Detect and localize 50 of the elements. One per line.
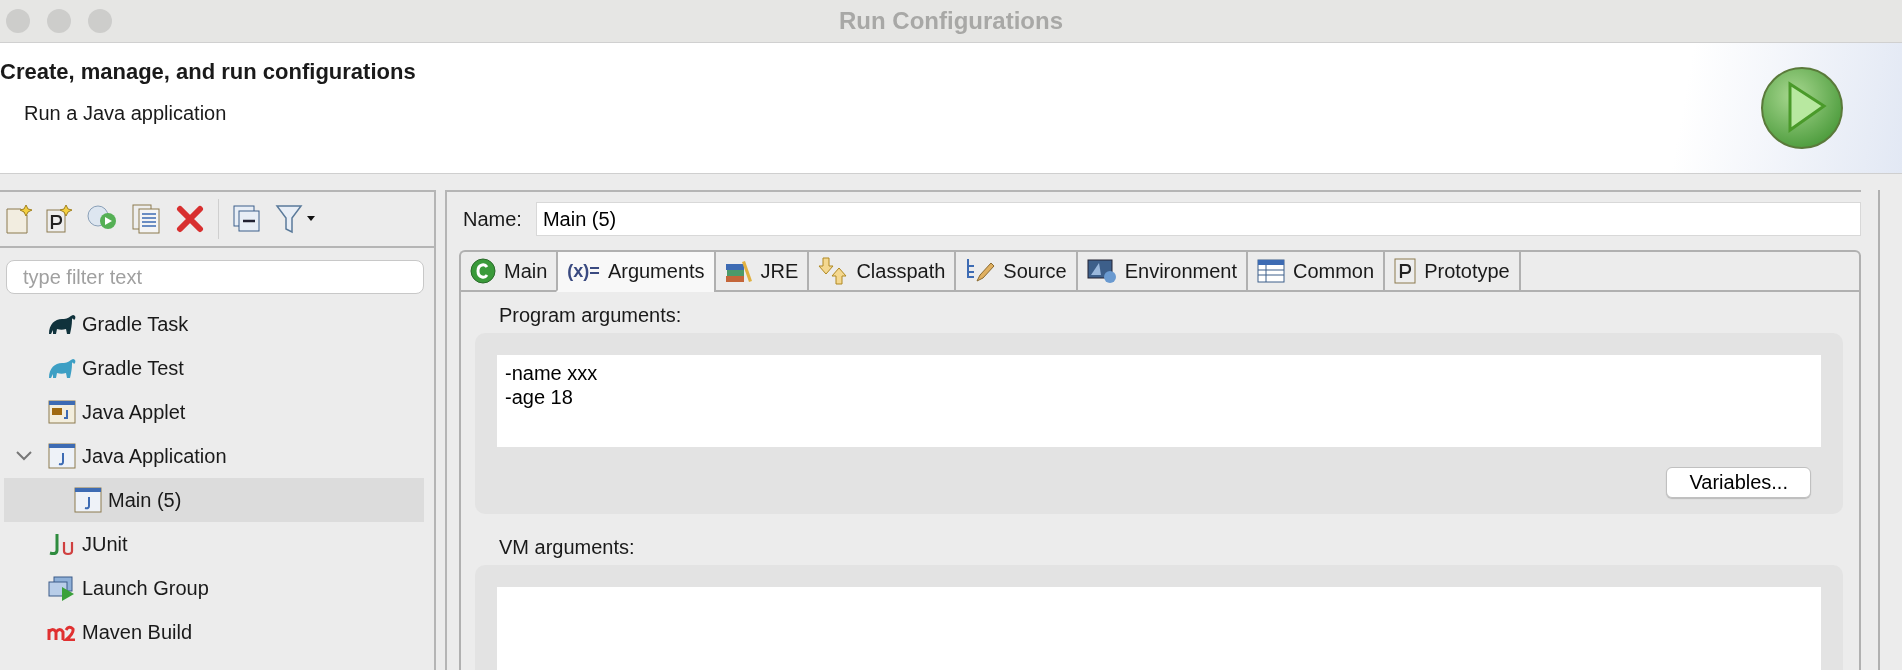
tab[interactable]: JRE: [713, 250, 808, 292]
window-title: Run Configurations: [839, 7, 1063, 35]
java-window-icon: [74, 487, 102, 513]
tab[interactable]: (x)= Arguments: [556, 250, 714, 292]
dialog-message: Run a Java application: [23, 102, 228, 125]
class-circle-icon: [470, 258, 496, 284]
tree-item[interactable]: Launch Group: [4, 566, 424, 610]
tab[interactable]: Main: [459, 250, 557, 292]
delete-icon[interactable]: [176, 205, 204, 233]
launch-group-icon: [48, 575, 76, 601]
filter-icon[interactable]: [275, 204, 317, 234]
tree-item[interactable]: Java Application: [4, 434, 424, 478]
duplicate-icon[interactable]: [132, 204, 162, 234]
books-icon: [724, 259, 753, 283]
elephant-icon: [48, 357, 76, 379]
vm-arguments-label: VM arguments:: [498, 536, 636, 559]
program-arguments-field[interactable]: -name xxx -age 18: [497, 355, 1821, 447]
tab[interactable]: Environment: [1075, 250, 1246, 292]
java-window-icon: [48, 443, 76, 469]
tree-item[interactable]: Gradle Test: [4, 346, 424, 390]
program-arguments-label: Program arguments:: [498, 304, 683, 327]
elephant-icon: [48, 313, 76, 335]
table-icon: [1257, 259, 1285, 283]
play-icon: [1760, 66, 1844, 150]
p-page-icon: [1394, 258, 1417, 284]
variables-button[interactable]: Variables...: [1666, 467, 1811, 498]
new-prototype-icon[interactable]: [46, 204, 72, 234]
tab[interactable]: Source: [954, 250, 1076, 292]
chevron-icon[interactable]: [16, 451, 32, 461]
tree-item[interactable]: Java Applet: [4, 390, 424, 434]
up-down-arrows-icon: [818, 257, 849, 285]
tree-pencil-icon: [965, 257, 996, 285]
applet-window-icon: [48, 400, 76, 424]
tab[interactable]: Common: [1246, 250, 1384, 292]
name-field[interactable]: Main (5): [535, 202, 1861, 236]
name-label: Name:: [463, 207, 522, 231]
tree-item[interactable]: JUnit: [4, 522, 424, 566]
collapse-all-icon[interactable]: [233, 205, 261, 233]
filter-field[interactable]: type filter text: [6, 260, 424, 294]
variable-symbol: (x)=: [567, 260, 600, 282]
tab[interactable]: Classpath: [807, 250, 955, 292]
maven-icon: [47, 623, 77, 641]
tree-item[interactable]: Gradle Task: [4, 302, 424, 346]
tab[interactable]: Prototype: [1383, 250, 1519, 292]
dialog-heading: Create, manage, and run configurations: [0, 59, 416, 85]
vm-arguments-field[interactable]: [497, 587, 1821, 670]
monitor-icon: [1086, 258, 1117, 284]
tree-item[interactable]: Maven Build: [4, 610, 424, 654]
tree-item[interactable]: Main (5): [4, 478, 424, 522]
new-file-icon[interactable]: [6, 204, 32, 234]
